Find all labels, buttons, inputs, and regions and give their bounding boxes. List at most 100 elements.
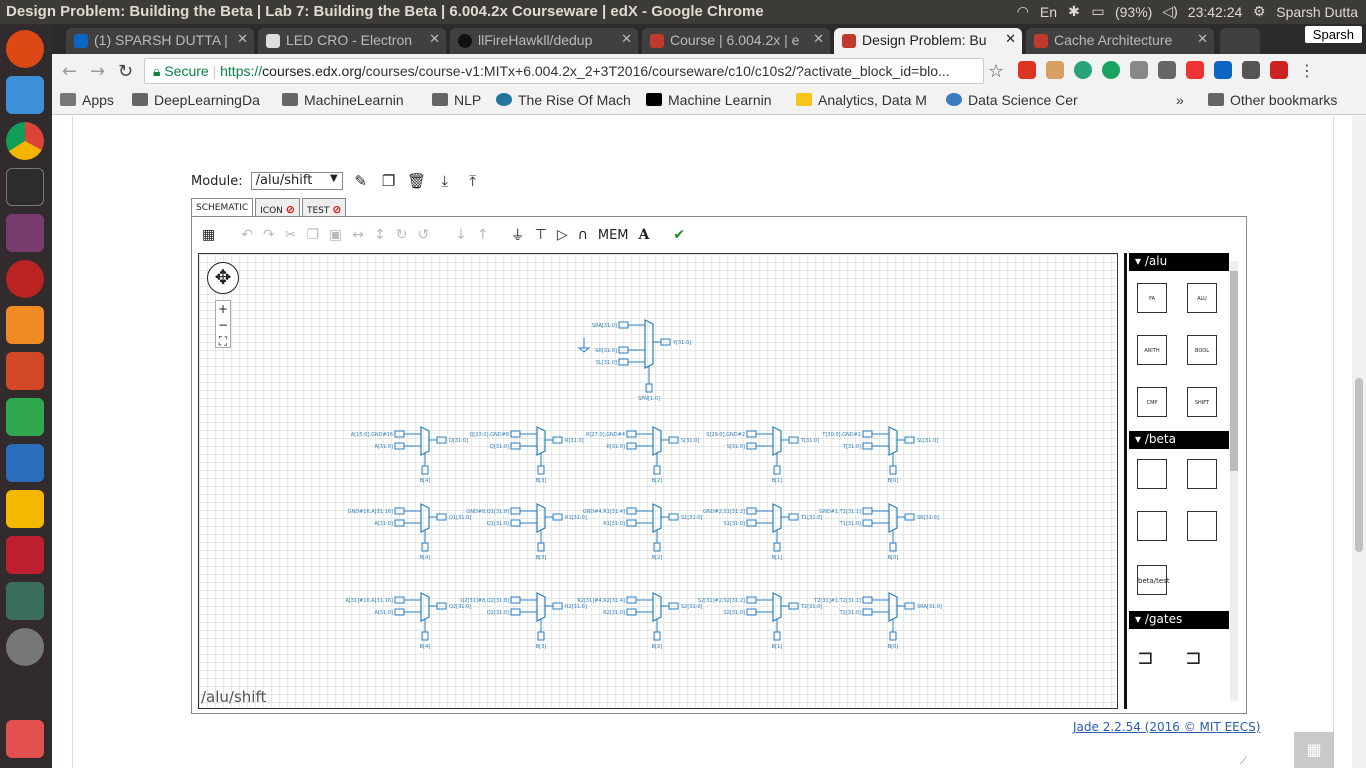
parts-group-header[interactable]: ▾ /alu xyxy=(1129,253,1229,271)
volume-icon[interactable]: ◁) xyxy=(1162,3,1177,20)
bookmark-link[interactable]: The Rise Of Mach xyxy=(496,92,634,108)
resize-grip-icon[interactable]: ⟋ xyxy=(1240,756,1247,767)
browser-tab[interactable]: Course | 6.004.2x | e ✕ xyxy=(642,28,830,54)
filezilla-icon[interactable] xyxy=(6,536,44,574)
spreadsheet-icon[interactable] xyxy=(6,398,44,436)
page-scroll-thumb[interactable] xyxy=(1355,378,1363,552)
chrome-icon[interactable] xyxy=(6,122,44,160)
tab-icon[interactable]: ICON ⊘ xyxy=(255,198,300,218)
schematic-canvas[interactable]: A[15:0],GND#16 A[31:0] Q[31:0] B[4] Q[23:0],… xyxy=(198,253,1118,709)
calculator-widget-icon[interactable]: ▦ xyxy=(1294,732,1334,768)
browser-tab[interactable]: Cache Architecture ✕ xyxy=(1026,28,1214,54)
parts-scroll-thumb[interactable] xyxy=(1230,271,1238,471)
address-bar[interactable]: 🔒︎ Secure | https://courses.edx.org/cour… xyxy=(144,58,984,84)
battery-icon[interactable]: ▭ xyxy=(1091,3,1105,20)
part-bool[interactable]: BOOL xyxy=(1187,335,1217,365)
jade-version-link[interactable]: Jade 2.2.54 (2016 © MIT EECS) xyxy=(1073,720,1260,734)
bookmark-link[interactable]: Machine Learnin xyxy=(646,92,786,108)
profile-button[interactable]: Sparsh xyxy=(1304,26,1362,43)
check-icon[interactable]: ✔ xyxy=(673,227,685,243)
close-icon[interactable]: ✕ xyxy=(813,31,824,47)
bookmark-link[interactable]: Data Science Cer xyxy=(946,92,1086,108)
vdd-icon[interactable]: ⊤ xyxy=(535,227,547,243)
extension-icon[interactable] xyxy=(1130,61,1148,79)
jumper-icon[interactable]: ∩ xyxy=(578,227,588,243)
ubuntu-icon[interactable] xyxy=(6,30,44,68)
nand-gate-icon[interactable]: ⊐ xyxy=(1185,645,1202,669)
part-alu[interactable]: ALU xyxy=(1187,283,1217,313)
part-fa[interactable]: FA xyxy=(1137,283,1167,313)
copy-icon[interactable]: ❐ xyxy=(306,227,319,243)
parts-scrollbar[interactable] xyxy=(1230,261,1238,701)
close-icon[interactable]: ✕ xyxy=(621,31,632,47)
calculator-icon[interactable] xyxy=(6,214,44,252)
module-select[interactable]: /alu/shift ▼ xyxy=(250,172,343,190)
extension-icon[interactable] xyxy=(1242,61,1260,79)
extension-icon[interactable] xyxy=(1186,61,1204,79)
new-tab-button[interactable] xyxy=(1220,28,1260,54)
redo-icon[interactable]: ↷ xyxy=(263,227,275,243)
keyboard-language[interactable]: En xyxy=(1040,4,1057,20)
wifi-icon[interactable]: ◠ xyxy=(1016,3,1030,20)
extension-icon[interactable] xyxy=(1018,61,1036,79)
browser-tab[interactable]: llFireHawkll/dedup ✕ xyxy=(450,28,638,54)
grammarly-icon[interactable] xyxy=(1102,61,1120,79)
back-icon[interactable]: ← xyxy=(62,61,77,82)
bookmark-folder[interactable]: MachineLearnin xyxy=(282,92,422,108)
cut-icon[interactable]: ✂ xyxy=(285,227,297,243)
menu-icon[interactable]: ⋮ xyxy=(1298,61,1316,80)
extension-icon[interactable] xyxy=(1270,61,1288,79)
close-icon[interactable]: ✕ xyxy=(1005,31,1016,47)
tab-test[interactable]: TEST ⊘ xyxy=(301,198,347,218)
trash-icon[interactable] xyxy=(6,720,44,758)
bookmark-apps[interactable]: Apps xyxy=(60,92,114,108)
system-monitor-icon[interactable] xyxy=(6,582,44,620)
forward-icon[interactable]: → xyxy=(90,61,105,82)
linkedin-icon[interactable] xyxy=(1214,61,1232,79)
port-icon[interactable]: ▷ xyxy=(557,227,568,243)
undo-icon[interactable]: ↶ xyxy=(241,227,253,243)
reload-icon[interactable]: ↻ xyxy=(118,61,133,82)
copy-icon[interactable]: ❐ xyxy=(379,172,399,190)
parts-group-header[interactable]: ▾ /beta xyxy=(1129,431,1229,449)
part-beta-module[interactable] xyxy=(1137,459,1167,489)
upload-icon[interactable]: ⤒ xyxy=(463,172,483,190)
part-beta-module[interactable] xyxy=(1187,459,1217,489)
close-icon[interactable]: ✕ xyxy=(237,31,248,47)
settings-icon[interactable] xyxy=(6,628,44,666)
user-name[interactable]: Sparsh Dutta xyxy=(1276,4,1358,20)
zoom-in-icon[interactable]: + xyxy=(216,301,230,317)
rotate-ccw-icon[interactable]: ↺ xyxy=(417,227,429,243)
document-icon[interactable] xyxy=(6,444,44,482)
bookmarks-overflow-button[interactable]: » xyxy=(1176,92,1184,108)
other-bookmarks[interactable]: Other bookmarks xyxy=(1208,92,1337,108)
star-icon[interactable]: ☆ xyxy=(988,61,1004,82)
up-icon[interactable]: ↑ xyxy=(477,227,489,243)
network-icon[interactable] xyxy=(6,260,44,298)
pdf-icon[interactable] xyxy=(6,306,44,344)
clock[interactable]: 23:42:24 xyxy=(1188,4,1243,20)
files-icon[interactable] xyxy=(6,76,44,114)
down-icon[interactable]: ↓ xyxy=(455,227,467,243)
zoom-out-icon[interactable]: − xyxy=(216,317,230,333)
presentation-icon[interactable] xyxy=(6,352,44,390)
pen-icon[interactable] xyxy=(1158,61,1176,79)
download-icon[interactable]: ⤓ xyxy=(435,172,455,190)
browser-tab[interactable]: LED CRO - Electron ✕ xyxy=(258,28,446,54)
extension-icon[interactable] xyxy=(1074,61,1092,79)
close-icon[interactable]: ✕ xyxy=(429,31,440,47)
bookmark-folder[interactable]: DeepLearningDa xyxy=(132,92,272,108)
gear-icon[interactable]: ⚙ xyxy=(1252,3,1266,20)
zoom-fit-icon[interactable]: ⛶ xyxy=(216,333,230,349)
flip-vertical-icon[interactable]: ↕ xyxy=(374,227,386,243)
page-scrollbar[interactable] xyxy=(1352,116,1366,768)
rotate-cw-icon[interactable]: ↻ xyxy=(396,227,408,243)
paste-icon[interactable]: ▣ xyxy=(329,227,342,243)
ground-icon[interactable]: ⏚ xyxy=(511,225,525,245)
pan-control[interactable]: ✥ xyxy=(207,262,239,294)
terminal-icon[interactable] xyxy=(6,168,44,206)
grid-icon[interactable]: ▦ xyxy=(202,227,215,243)
part-beta-module[interactable] xyxy=(1187,511,1217,541)
extension-icon[interactable] xyxy=(1046,61,1064,79)
bookmark-link[interactable]: Analytics, Data M xyxy=(796,92,936,108)
